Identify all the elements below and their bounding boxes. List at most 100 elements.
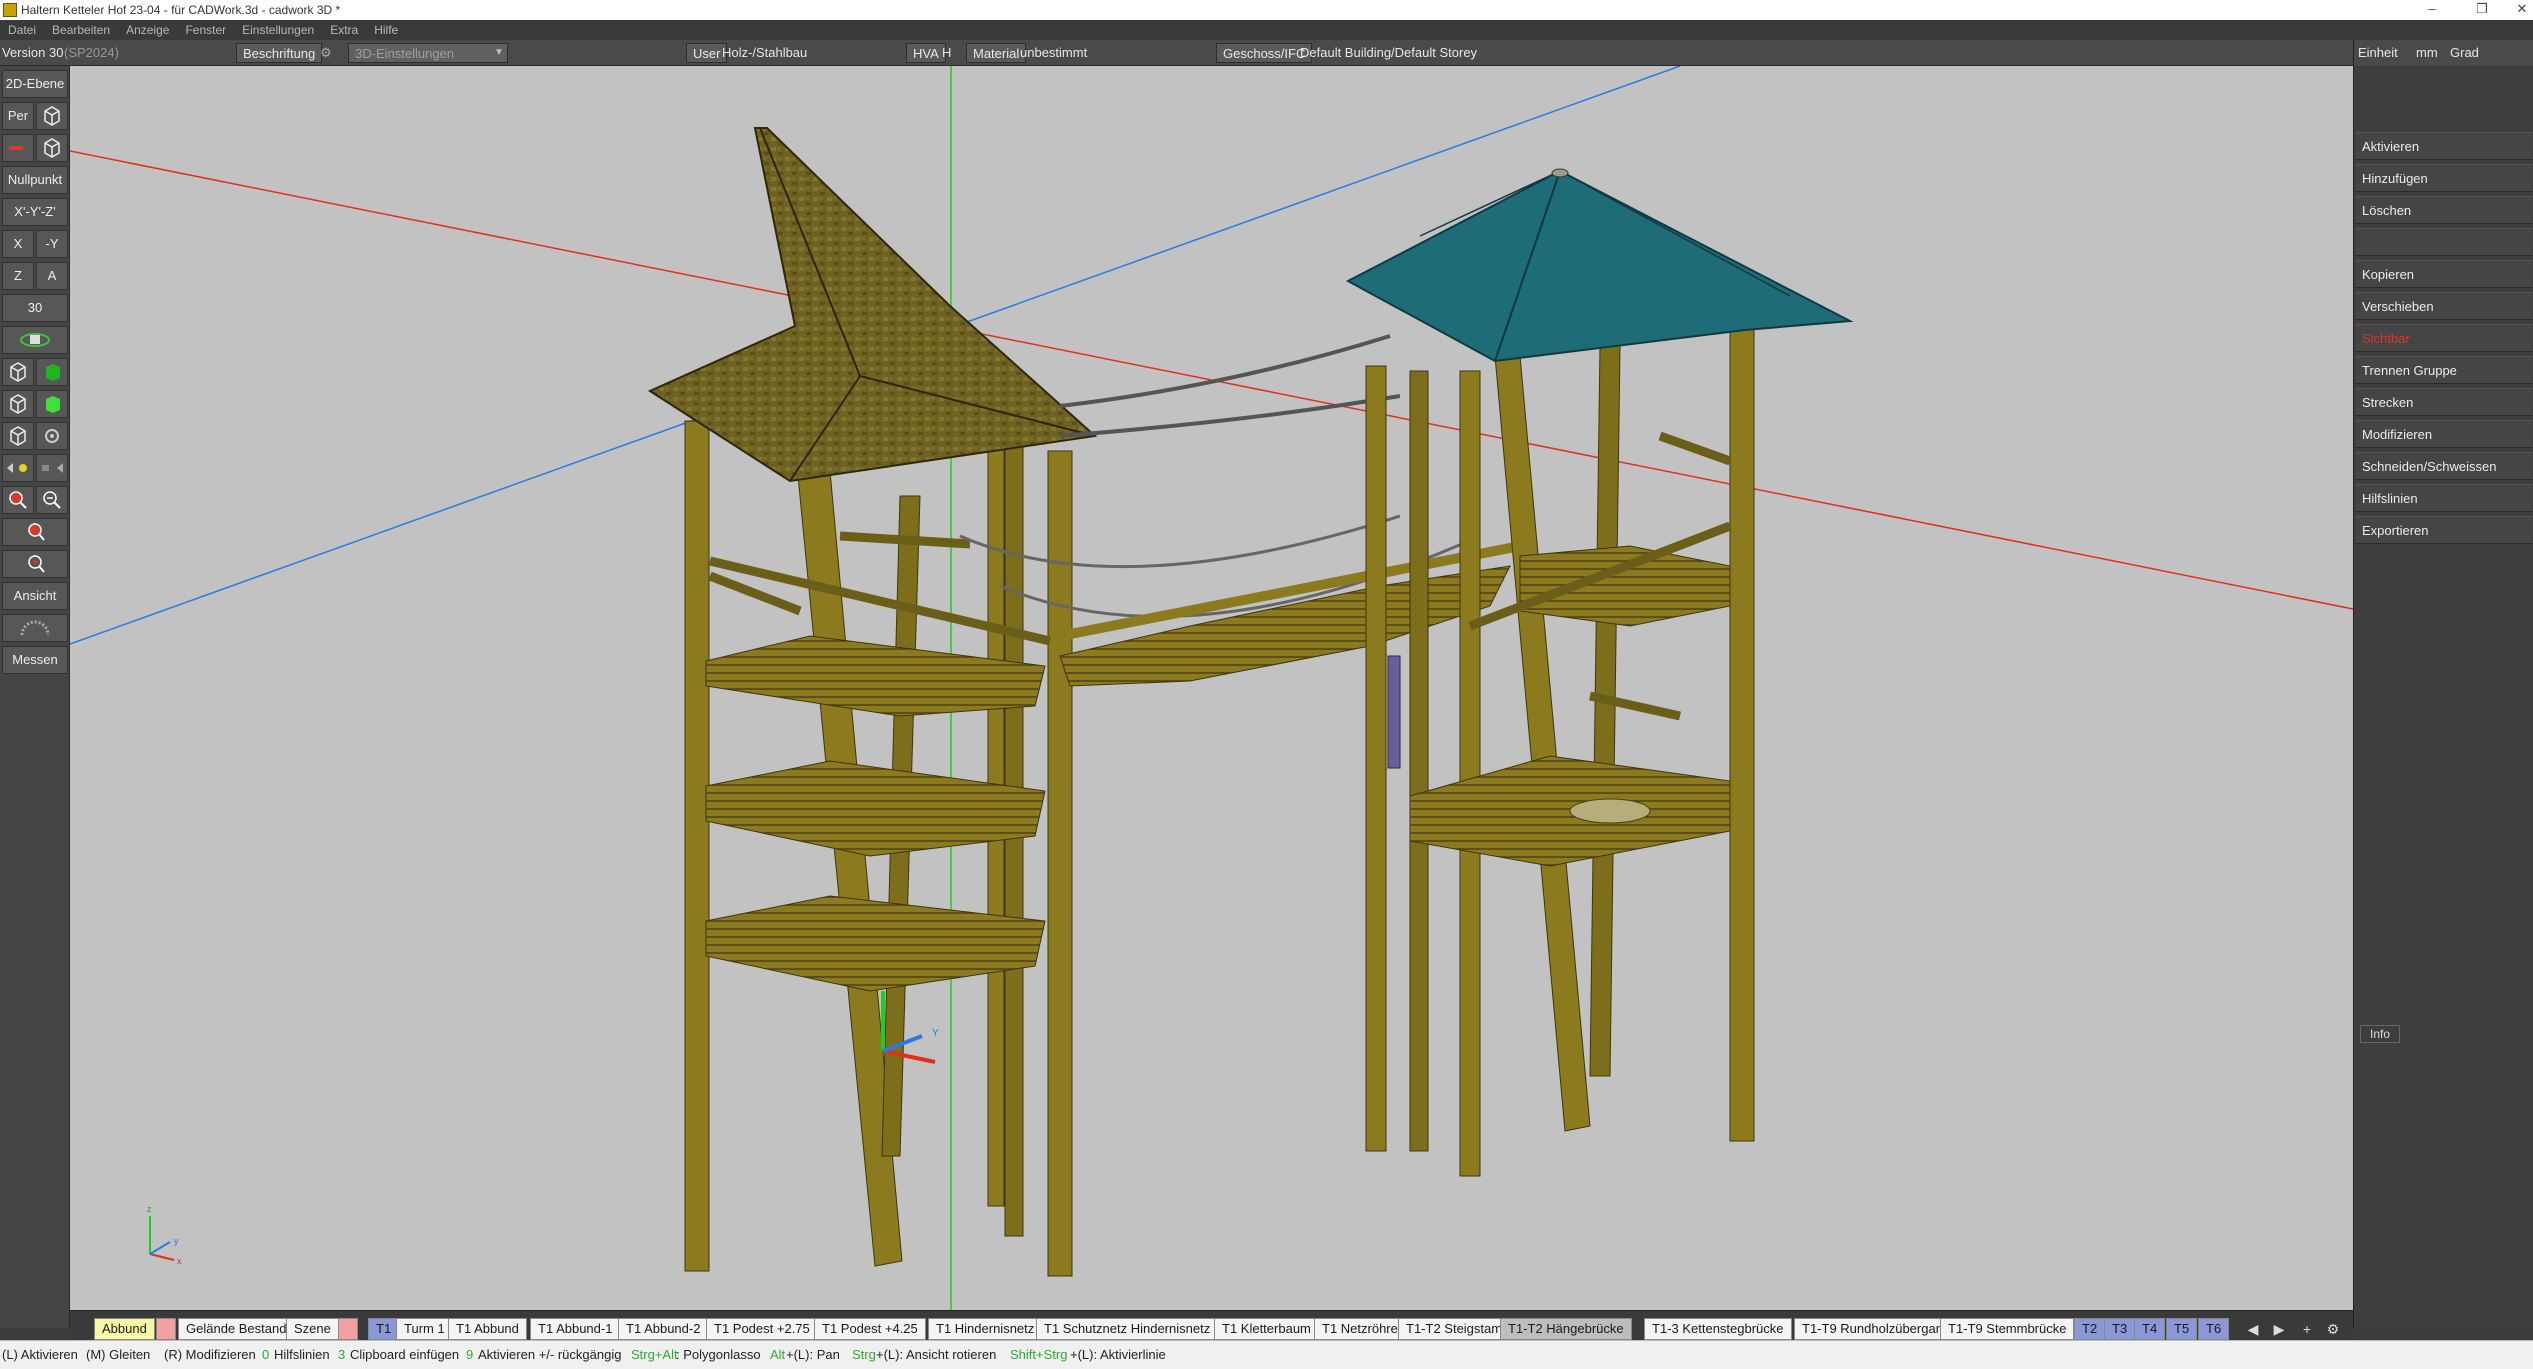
cube-icon[interactable] (36, 102, 68, 130)
arrows-icon[interactable] (36, 454, 68, 482)
menu-hilfe[interactable]: Hilfe (366, 23, 406, 37)
loeschen-button[interactable]: Löschen (2356, 196, 2532, 224)
wireframe-icon[interactable] (2, 390, 34, 418)
hinzufuegen-button[interactable]: Hinzufügen (2356, 164, 2532, 192)
material-value[interactable]: unbestimmt (1020, 43, 1087, 63)
messen-button[interactable]: Messen (2, 646, 68, 674)
menu-fenster[interactable]: Fenster (177, 23, 234, 37)
tab-t1-podest-2-75[interactable]: T1 Podest +2.75 (706, 1318, 818, 1340)
menu-datei[interactable]: Datei (0, 23, 44, 37)
z-button[interactable]: Z (2, 262, 34, 290)
tab-turm-1[interactable]: Turm 1 (396, 1318, 453, 1340)
menu-extra[interactable]: Extra (322, 23, 366, 37)
hilfslinien-button[interactable]: Hilfslinien (2356, 484, 2532, 512)
right-panel: Einheit mm Grad Aktivieren Hinzufügen Lö… (2353, 40, 2533, 1328)
info-bar: Version 30 (SP2024) Beschriftung ⚙ 3D-Ei… (0, 40, 2533, 66)
hva-label[interactable]: HVA (906, 43, 946, 63)
2d-ebene-button[interactable]: 2D-Ebene (2, 70, 68, 98)
zoom-window-icon[interactable] (2, 518, 68, 546)
x-button[interactable]: X (2, 230, 34, 258)
sichtbar-button[interactable]: Sichtbar (2356, 324, 2532, 352)
aktivieren-button[interactable]: Aktivieren (2356, 132, 2532, 160)
tab-t1-netzröhre[interactable]: T1 Netzröhre (1314, 1318, 1406, 1340)
light-bulb-icon[interactable] (2, 454, 34, 482)
red-axis-icon[interactable] (2, 134, 34, 162)
menu-einstellungen[interactable]: Einstellungen (234, 23, 322, 37)
zoom-all-icon[interactable] (2, 550, 68, 578)
h-label[interactable]: H (942, 43, 951, 63)
tab-t1-podest-4-25[interactable]: T1 Podest +4.25 (814, 1318, 926, 1340)
nullpunkt-button[interactable]: Nullpunkt (2, 166, 68, 194)
geschoss-value[interactable]: Default Building/Default Storey (1300, 43, 1477, 63)
tab-t6[interactable]: T6 (2198, 1318, 2230, 1340)
gauge-icon[interactable] (2, 614, 68, 642)
verschieben-button[interactable]: Verschieben (2356, 292, 2532, 320)
tab-prev-icon[interactable]: ◀ (2240, 1318, 2266, 1340)
chevron-down-icon[interactable]: ▼ (494, 43, 504, 63)
ansicht-button[interactable]: Ansicht (2, 582, 68, 610)
a-button[interactable]: A (36, 262, 68, 290)
tab-gelände-bestand[interactable]: Gelände Bestand (178, 1318, 295, 1340)
cube-icon[interactable] (36, 134, 68, 162)
user-value[interactable]: Holz-/Stahlbau (722, 43, 807, 63)
per-button[interactable]: Per (2, 102, 34, 130)
trennen-gruppe-button[interactable]: Trennen Gruppe (2356, 356, 2532, 384)
gear-icon[interactable]: ⚙ (320, 43, 332, 63)
kopieren-button[interactable]: Kopieren (2356, 260, 2532, 288)
rotate-view-icon[interactable] (2, 326, 68, 354)
origin-y-label: Y (932, 1028, 939, 1039)
tab-t1-kletterbaum[interactable]: T1 Kletterbaum (1214, 1318, 1319, 1340)
minimize-button[interactable]: – (2410, 0, 2454, 20)
tab-t1-hindernisnetz[interactable]: T1 Hindernisnetz (928, 1318, 1043, 1340)
tab-t1-t9-rundholzübergang[interactable]: T1-T9 Rundholzübergang (1794, 1318, 1959, 1340)
tab-t3[interactable]: T3 (2104, 1318, 2136, 1340)
xyz-button[interactable]: X'-Y'-Z' (2, 198, 68, 226)
beschriftung-button[interactable]: Beschriftung (236, 43, 323, 63)
zoom-in-icon[interactable] (2, 486, 34, 514)
3d-viewport[interactable]: z y x Y (70, 66, 2353, 1310)
tab-t4[interactable]: T4 (2134, 1318, 2166, 1340)
strecken-button[interactable]: Strecken (2356, 388, 2532, 416)
maximize-button[interactable]: ❐ (2460, 0, 2504, 20)
schneiden-schweissen-button[interactable]: Schneiden/Schweissen (2356, 452, 2532, 480)
menu-anzeige[interactable]: Anzeige (118, 23, 177, 37)
settings-3d-dropdown[interactable]: 3D-Einstellungen (348, 43, 508, 63)
exportieren-button[interactable]: Exportieren (2356, 516, 2532, 544)
solid-green-icon[interactable] (36, 358, 68, 386)
tab-add-icon[interactable]: + (2294, 1318, 2320, 1340)
tab-t1-3-kettenstegbrücke[interactable]: T1-3 Kettenstegbrücke (1644, 1318, 1792, 1340)
wireframe-icon[interactable] (2, 422, 34, 450)
tab-t1[interactable]: T1 (368, 1318, 400, 1340)
tab-t1-abbund[interactable]: T1 Abbund (448, 1318, 527, 1340)
tab-t1-t2-hängebrücke[interactable]: T1-T2 Hängebrücke (1500, 1318, 1632, 1340)
view-30-button[interactable]: 30 (2, 294, 68, 322)
tab-t1-abbund-2[interactable]: T1 Abbund-2 (618, 1318, 709, 1340)
zoom-out-icon[interactable] (36, 486, 68, 514)
app-icon (3, 3, 17, 17)
version-sp: (SP2024) (64, 45, 119, 60)
tab-next-icon[interactable]: ▶ (2266, 1318, 2292, 1340)
tower-2 (1345, 168, 1854, 1177)
neg-y-button[interactable]: -Y (36, 230, 68, 258)
blank-button[interactable] (2356, 228, 2532, 256)
tab-color-1[interactable] (156, 1318, 176, 1340)
tab-abbund[interactable]: Abbund (94, 1318, 155, 1340)
tab-t5[interactable]: T5 (2166, 1318, 2198, 1340)
close-button[interactable]: ✕ (2500, 0, 2533, 20)
tab-t1-abbund-1[interactable]: T1 Abbund-1 (530, 1318, 621, 1340)
modifizieren-button[interactable]: Modifizieren (2356, 420, 2532, 448)
tab-t2[interactable]: T2 (2074, 1318, 2106, 1340)
suspension-bridge (959, 334, 1521, 687)
menu-bearbeiten[interactable]: Bearbeiten (44, 23, 118, 37)
info-button[interactable]: Info (2360, 1025, 2400, 1043)
solid-green-icon[interactable] (36, 390, 68, 418)
tab-szene[interactable]: Szene (286, 1318, 339, 1340)
tab-settings-icon[interactable]: ⚙ (2320, 1318, 2346, 1340)
wireframe-icon[interactable] (2, 358, 34, 386)
unit-angle[interactable]: Grad (2450, 43, 2479, 63)
tab-t1-t9-stemmbrücke[interactable]: T1-T9 Stemmbrücke (1940, 1318, 2075, 1340)
gear-icon[interactable] (36, 422, 68, 450)
tab-t1-schutznetz-hindernisnetz[interactable]: T1 Schutznetz Hindernisnetz (1036, 1318, 1219, 1340)
tab-color-4[interactable] (338, 1318, 358, 1340)
unit-length[interactable]: mm (2416, 43, 2438, 63)
